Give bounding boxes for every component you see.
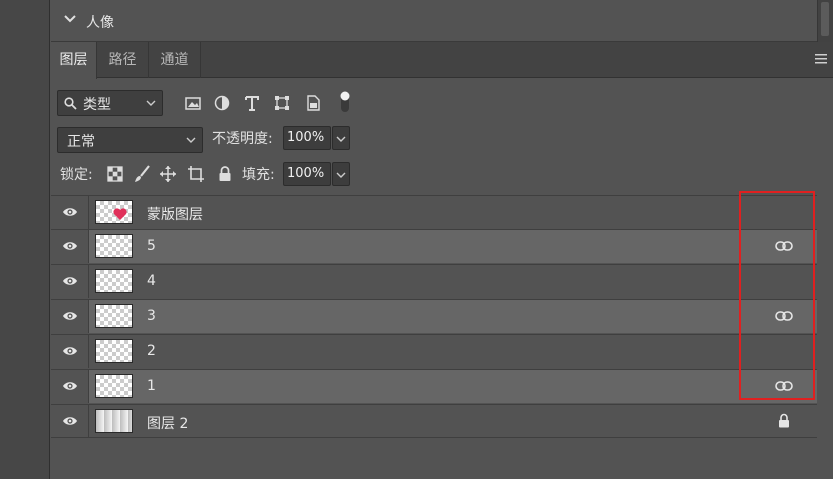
filter-kind-label: 类型 <box>83 97 111 113</box>
lock-position-move-icon[interactable] <box>159 165 177 183</box>
visibility-cell[interactable] <box>51 335 89 368</box>
chevron-down-icon <box>336 136 346 142</box>
chevron-down-icon <box>336 172 346 178</box>
visibility-cell[interactable] <box>51 265 89 298</box>
layer-row[interactable]: 4 <box>51 264 817 298</box>
search-icon <box>64 97 77 110</box>
visibility-cell[interactable] <box>51 230 89 263</box>
fill-slider-button[interactable] <box>332 162 350 186</box>
filter-kind-dropdown[interactable]: 类型 <box>57 90 163 116</box>
layer-thumbnail[interactable] <box>95 234 133 258</box>
chevron-down-icon <box>186 137 196 143</box>
eye-icon[interactable] <box>62 345 78 357</box>
tab-layers[interactable]: 图层 <box>51 42 97 79</box>
chevron-down-icon <box>146 100 156 106</box>
layer-row[interactable]: 2 <box>51 334 817 368</box>
layer-name[interactable]: 3 <box>147 308 156 324</box>
lock-label: 锁定: <box>60 167 93 183</box>
blend-mode-dropdown[interactable]: 正常 <box>57 127 203 153</box>
fill-input[interactable]: 100% <box>283 162 331 186</box>
chevron-down-icon[interactable] <box>63 12 77 26</box>
left-gutter <box>0 0 50 479</box>
shape-layer-filter-icon[interactable] <box>273 94 291 112</box>
layer-thumbnail[interactable] <box>95 269 133 293</box>
layer-thumbnail[interactable] <box>95 339 133 363</box>
eye-icon[interactable] <box>62 275 78 287</box>
lock-icon <box>779 413 789 428</box>
layer-name[interactable]: 图层 2 <box>147 413 188 433</box>
layer-thumbnail[interactable] <box>95 200 133 224</box>
layer-thumbnail[interactable] <box>95 304 133 328</box>
lock-transparent-pixels-icon[interactable] <box>106 165 124 183</box>
panel-tabs: 图层 路径 通道 <box>51 42 833 79</box>
blend-mode-value: 正常 <box>67 134 95 150</box>
layer-name[interactable]: 蒙版图层 <box>147 204 203 224</box>
type-layer-filter-icon[interactable] <box>243 94 261 112</box>
collapsed-panel-header[interactable]: 人像 <box>51 0 817 42</box>
layer-name[interactable]: 2 <box>147 343 156 359</box>
layer-row[interactable]: 5 <box>51 229 817 263</box>
visibility-cell[interactable] <box>51 196 89 229</box>
eye-icon[interactable] <box>62 310 78 322</box>
tab-channels[interactable]: 通道 <box>149 42 201 78</box>
lock-all-icon[interactable] <box>216 165 234 183</box>
layer-thumbnail[interactable] <box>95 374 133 398</box>
layer-row[interactable]: 1 <box>51 369 817 403</box>
visibility-cell[interactable] <box>51 300 89 333</box>
eye-icon[interactable] <box>62 240 78 252</box>
eye-icon[interactable] <box>62 206 78 218</box>
opacity-label: 不透明度: <box>212 131 273 147</box>
layer-row[interactable]: 蒙版图层 <box>51 195 817 229</box>
layer-name[interactable]: 1 <box>147 378 156 394</box>
layer-name[interactable]: 5 <box>147 238 156 254</box>
smart-object-filter-icon[interactable] <box>304 94 322 112</box>
heart-icon <box>113 208 127 220</box>
lock-image-pixels-brush-icon[interactable] <box>133 165 151 183</box>
visibility-cell[interactable] <box>51 370 89 403</box>
visibility-cell[interactable] <box>51 405 89 437</box>
eye-icon[interactable] <box>62 415 78 427</box>
collapsed-panel-title: 人像 <box>86 15 114 31</box>
fill-label: 填充: <box>242 167 275 183</box>
layer-list-scrollbar[interactable] <box>817 78 833 479</box>
opacity-slider-button[interactable] <box>332 126 350 150</box>
opacity-input[interactable]: 100% <box>283 126 331 150</box>
lock-artboard-crop-icon[interactable] <box>187 165 205 183</box>
annotation-highlight-box <box>739 191 815 400</box>
scroll-thumb[interactable] <box>821 2 829 36</box>
panel-menu-icon[interactable] <box>815 54 827 64</box>
layer-row[interactable]: 图层 2 <box>51 404 817 438</box>
layer-thumbnail[interactable] <box>95 409 133 433</box>
tab-paths[interactable]: 路径 <box>97 42 149 78</box>
pixel-layer-filter-icon[interactable] <box>184 94 202 112</box>
filter-toggle-switch[interactable] <box>339 90 351 114</box>
adjustment-layer-filter-icon[interactable] <box>213 94 231 112</box>
layer-row[interactable]: 3 <box>51 299 817 333</box>
scrollbar[interactable] <box>817 0 833 42</box>
layer-name[interactable]: 4 <box>147 273 156 289</box>
eye-icon[interactable] <box>62 380 78 392</box>
